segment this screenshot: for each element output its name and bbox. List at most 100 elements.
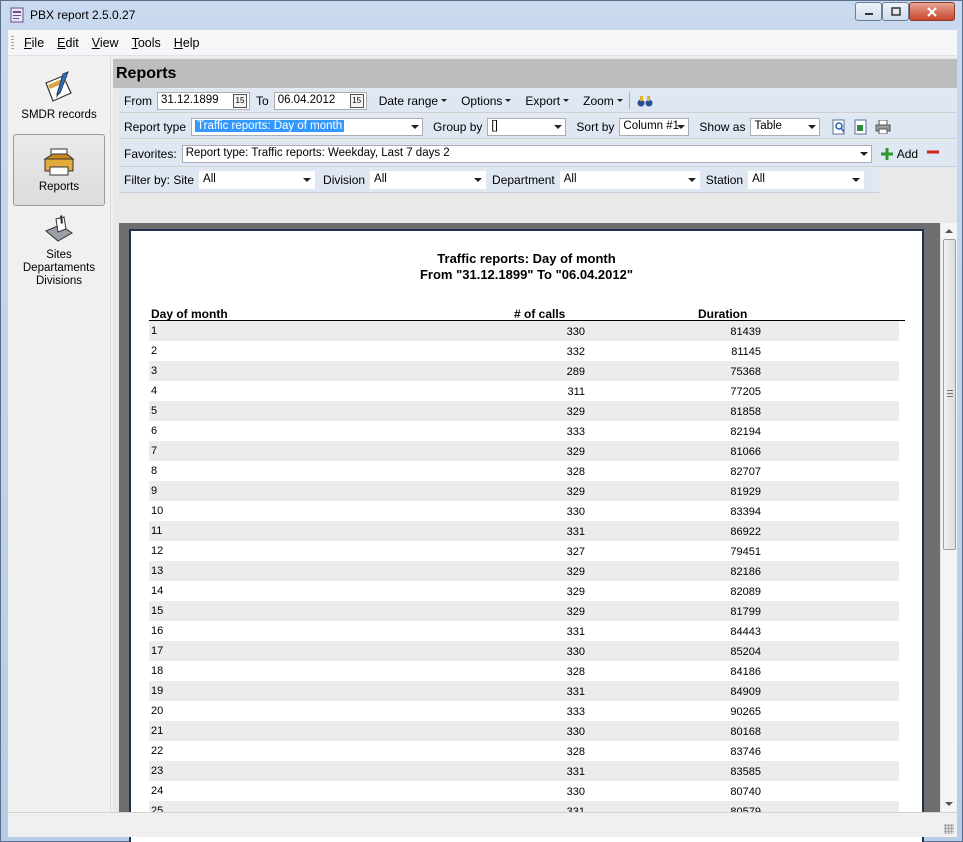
site-select[interactable]: All (199, 171, 316, 189)
chevron-down-icon (505, 99, 512, 102)
cell-day: 4 (151, 385, 158, 397)
column-header-day: Day of month (151, 307, 228, 321)
division-label: Division (323, 173, 366, 187)
group-by-label: Group by (433, 119, 483, 134)
show-as-select[interactable]: Table (750, 117, 821, 136)
cell-calls: 330 (566, 726, 585, 738)
calendar-icon[interactable]: 15 (349, 93, 364, 108)
cell-day: 7 (151, 445, 158, 457)
table-row: 7 329 81066 (149, 441, 899, 461)
station-select[interactable]: All (748, 171, 865, 189)
nav-reports[interactable]: Reports (13, 134, 105, 206)
division-select[interactable]: All (370, 171, 487, 189)
app-window: PBX report 2.5.0.27 File Edit View Tools… (0, 0, 963, 842)
table-row: 20 333 90265 (149, 701, 899, 721)
calendar-icon[interactable]: 15 (233, 93, 247, 108)
department-select[interactable]: All (559, 171, 700, 189)
cell-duration: 84909 (730, 686, 761, 698)
menu-file[interactable]: File (24, 36, 44, 50)
menu-help[interactable]: Help (174, 36, 200, 50)
cell-day: 14 (151, 585, 164, 597)
table-row: 18 328 84186 (149, 661, 899, 681)
section-title: Reports (113, 59, 957, 88)
group-by-select[interactable]: [] (487, 117, 567, 136)
hand-pointer-icon (45, 215, 73, 242)
cell-calls: 329 (566, 566, 585, 578)
favorites-value: Report type: Traffic reports: Weekday, L… (185, 146, 450, 159)
preview-button[interactable] (830, 118, 848, 136)
date-range-dropdown[interactable]: Date range (379, 94, 448, 108)
table-row: 21 330 80168 (149, 721, 899, 741)
print-button[interactable] (874, 118, 892, 136)
report-title: Traffic reports: Day of month (437, 251, 616, 266)
table-row: 24 330 80740 (149, 781, 899, 801)
cell-day: 16 (151, 625, 164, 637)
vertical-scrollbar[interactable] (940, 223, 957, 812)
cell-day: 15 (151, 605, 164, 617)
add-favorite-button[interactable]: Add (880, 147, 918, 161)
table-row: 4 311 77205 (149, 381, 899, 401)
from-date-field[interactable]: 31.12.1899 15 (157, 91, 250, 110)
export-dropdown[interactable]: Export (525, 94, 570, 108)
table-row: 2 332 81145 (149, 341, 899, 361)
maximize-button[interactable] (882, 2, 909, 21)
cell-calls: 329 (566, 486, 585, 498)
cell-day: 8 (151, 465, 158, 477)
table-row: 13 329 82186 (149, 561, 899, 581)
nav-smdr-label: SMDR records (21, 109, 97, 121)
remove-favorite-button[interactable] (926, 145, 940, 162)
binoculars-button[interactable] (636, 92, 654, 110)
cell-duration: 82186 (730, 566, 761, 578)
station-label: Station (705, 173, 744, 187)
cell-duration: 81145 (731, 346, 761, 358)
menu-edit[interactable]: Edit (57, 36, 79, 50)
nav-sites-departments-divisions[interactable]: Sites Departaments Divisions (13, 213, 105, 287)
cell-day: 9 (151, 485, 158, 497)
report-type-select[interactable]: Traffic reports: Day of month (191, 117, 424, 136)
printer-icon (43, 148, 75, 176)
favorites-select[interactable]: Report type: Traffic reports: Weekday, L… (181, 144, 872, 163)
excel-export-button[interactable] (852, 118, 870, 136)
cell-day: 5 (151, 405, 158, 417)
favorites-label: Favorites: (124, 146, 177, 161)
cell-day: 12 (151, 545, 164, 557)
print-icon (875, 119, 891, 134)
scroll-up-icon[interactable] (945, 229, 953, 233)
app-icon (10, 7, 24, 23)
menu-view[interactable]: View (92, 36, 119, 50)
minimize-button[interactable] (855, 2, 882, 21)
title-bar[interactable]: PBX report 2.5.0.27 (1, 1, 962, 29)
report-toolbar: Report type Traffic reports: Day of mont… (119, 115, 957, 139)
cell-duration: 85204 (730, 646, 761, 658)
chevron-down-icon (441, 99, 448, 102)
zoom-label: Zoom (583, 93, 614, 108)
cell-duration: 80168 (730, 726, 761, 738)
menu-grip (11, 36, 14, 51)
sort-by-select[interactable]: Column #1 (619, 117, 690, 136)
chevron-down-icon (554, 124, 563, 129)
site-value: All (203, 173, 216, 185)
nav-divisions-label: Divisions (35, 275, 82, 287)
scroll-down-icon[interactable] (945, 802, 953, 806)
cell-day: 22 (151, 745, 164, 757)
resize-grip-icon[interactable] (944, 824, 954, 834)
menu-bar: File Edit View Tools Help (8, 30, 957, 56)
zoom-dropdown[interactable]: Zoom (583, 94, 623, 108)
nav-smdr-records[interactable]: SMDR records (13, 67, 105, 133)
close-button[interactable] (909, 2, 955, 21)
excel-icon (854, 119, 867, 134)
options-dropdown[interactable]: Options (461, 94, 512, 108)
table-row: 11 331 86922 (149, 521, 899, 541)
to-date-field[interactable]: 06.04.2012 15 (273, 91, 367, 110)
status-bar (8, 812, 957, 837)
cell-duration: 77205 (730, 386, 761, 398)
cell-duration: 90265 (730, 706, 761, 718)
chevron-down-icon (859, 151, 868, 156)
report-subtitle: From "31.12.1899" To "06.04.2012" (419, 267, 634, 282)
report-viewport[interactable]: Traffic reports: Day of month From "31.1… (119, 223, 940, 842)
menu-tools[interactable]: Tools (132, 36, 161, 50)
nav-sites-label: Sites (46, 249, 72, 261)
scroll-thumb[interactable] (943, 239, 956, 550)
chevron-down-icon (852, 178, 861, 182)
toolbar-separator (628, 92, 630, 109)
